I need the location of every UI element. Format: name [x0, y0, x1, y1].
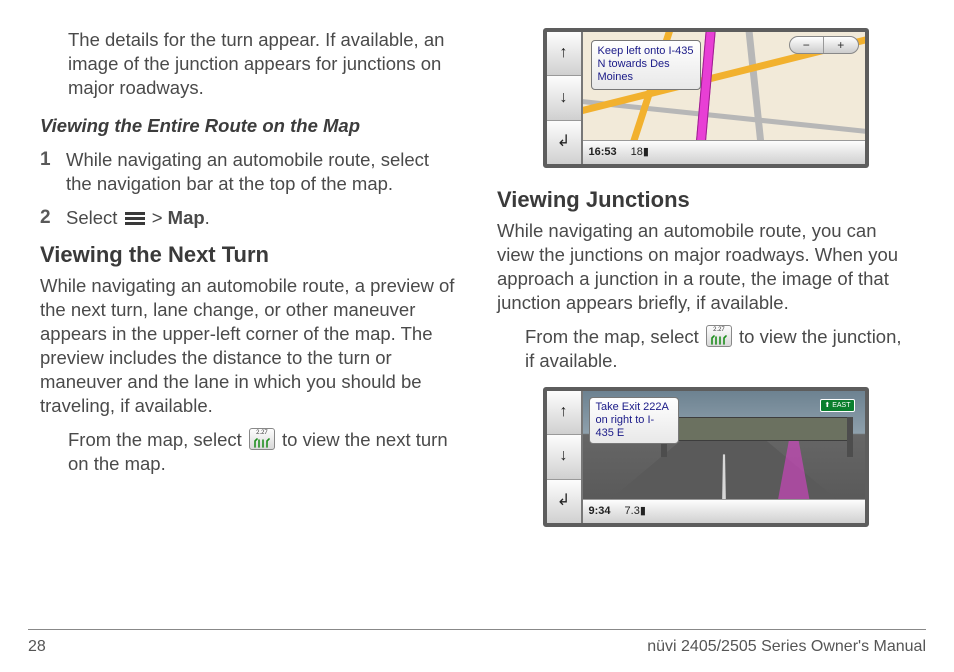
step2-map-label: Map: [168, 207, 205, 228]
page-number: 28: [28, 638, 46, 656]
step2-text-c: .: [205, 207, 210, 228]
zoom-in-button[interactable]: +: [824, 37, 858, 53]
map-side-controls: ↑ ↓ ↲: [547, 32, 583, 164]
step-text: Select > Map.: [66, 206, 457, 231]
heading-junctions: Viewing Junctions: [497, 186, 914, 215]
zoom-control[interactable]: − +: [789, 36, 859, 54]
highway-sign: ⬆ EAST: [820, 399, 854, 412]
scroll-down-button[interactable]: ↓: [547, 435, 581, 479]
direction-popup[interactable]: Take Exit 222A on right to I-435 E: [589, 397, 679, 445]
step2-text-b: >: [147, 207, 168, 228]
right-column: ↑ ↓ ↲ − + Keep left onto I-435 N towards…: [497, 28, 914, 545]
step-text: While navigating an automobile route, se…: [66, 148, 457, 196]
junction-canvas: ⬆ EAST Take Exit 222A on right to I-435 …: [583, 391, 865, 523]
junction-screenshot: ↑ ↓ ↲ ⬆ EAST Take Exit 222A on right to …: [543, 387, 869, 527]
map-status-bar: 16:53 18▮: [583, 140, 865, 164]
junction-status-bar: 9:34 7.3▮: [583, 499, 865, 523]
step-number: 2: [40, 206, 66, 231]
footer-divider: [28, 629, 926, 630]
status-time: 9:34: [589, 504, 611, 518]
scroll-up-button[interactable]: ↑: [547, 32, 581, 76]
status-distance: 7.3▮: [625, 504, 646, 518]
heading-next-turn: Viewing the Next Turn: [40, 241, 457, 270]
step-1: 1 While navigating an automobile route, …: [40, 148, 457, 196]
gantry-leg-icon: [847, 417, 853, 457]
subheading-entire-route: Viewing the Entire Route on the Map: [40, 114, 457, 138]
back-button[interactable]: ↲: [547, 121, 581, 164]
back-button[interactable]: ↲: [547, 480, 581, 523]
junction-side-controls: ↑ ↓ ↲: [547, 391, 583, 523]
map-screenshot: ↑ ↓ ↲ − + Keep left onto I-435 N towards…: [543, 28, 869, 168]
step2-text-a: Select: [66, 207, 123, 228]
map-canvas: − + Keep left onto I-435 N towards Des M…: [583, 32, 865, 164]
page-footer: 28 nüvi 2405/2505 Series Owner's Manual: [28, 638, 926, 656]
step-number: 1: [40, 148, 66, 196]
status-distance: 18▮: [631, 145, 649, 159]
step-2: 2 Select > Map.: [40, 206, 457, 231]
status-time: 16:53: [589, 145, 617, 159]
gantry-icon: [661, 417, 853, 441]
p2-a: From the map, select: [525, 326, 704, 347]
zoom-out-button[interactable]: −: [790, 37, 825, 53]
scroll-down-button[interactable]: ↓: [547, 76, 581, 120]
junctions-instruction: From the map, select to view the junctio…: [525, 325, 914, 373]
p3-a: From the map, select: [68, 429, 247, 450]
manual-title: nüvi 2405/2505 Series Owner's Manual: [647, 638, 926, 656]
next-turn-paragraph: While navigating an automobile route, a …: [40, 274, 457, 418]
direction-popup[interactable]: Keep left onto I-435 N towards Des Moine…: [591, 40, 701, 90]
turn-preview-icon: [249, 428, 275, 450]
junctions-paragraph: While navigating an automobile route, yo…: [497, 219, 914, 315]
left-column: The details for the turn appear. If avai…: [40, 28, 457, 545]
turn-preview-icon: [706, 325, 732, 347]
menu-icon: [125, 212, 145, 226]
intro-paragraph: The details for the turn appear. If avai…: [68, 28, 457, 100]
next-turn-instruction: From the map, select to view the next tu…: [68, 428, 457, 476]
scroll-up-button[interactable]: ↑: [547, 391, 581, 435]
